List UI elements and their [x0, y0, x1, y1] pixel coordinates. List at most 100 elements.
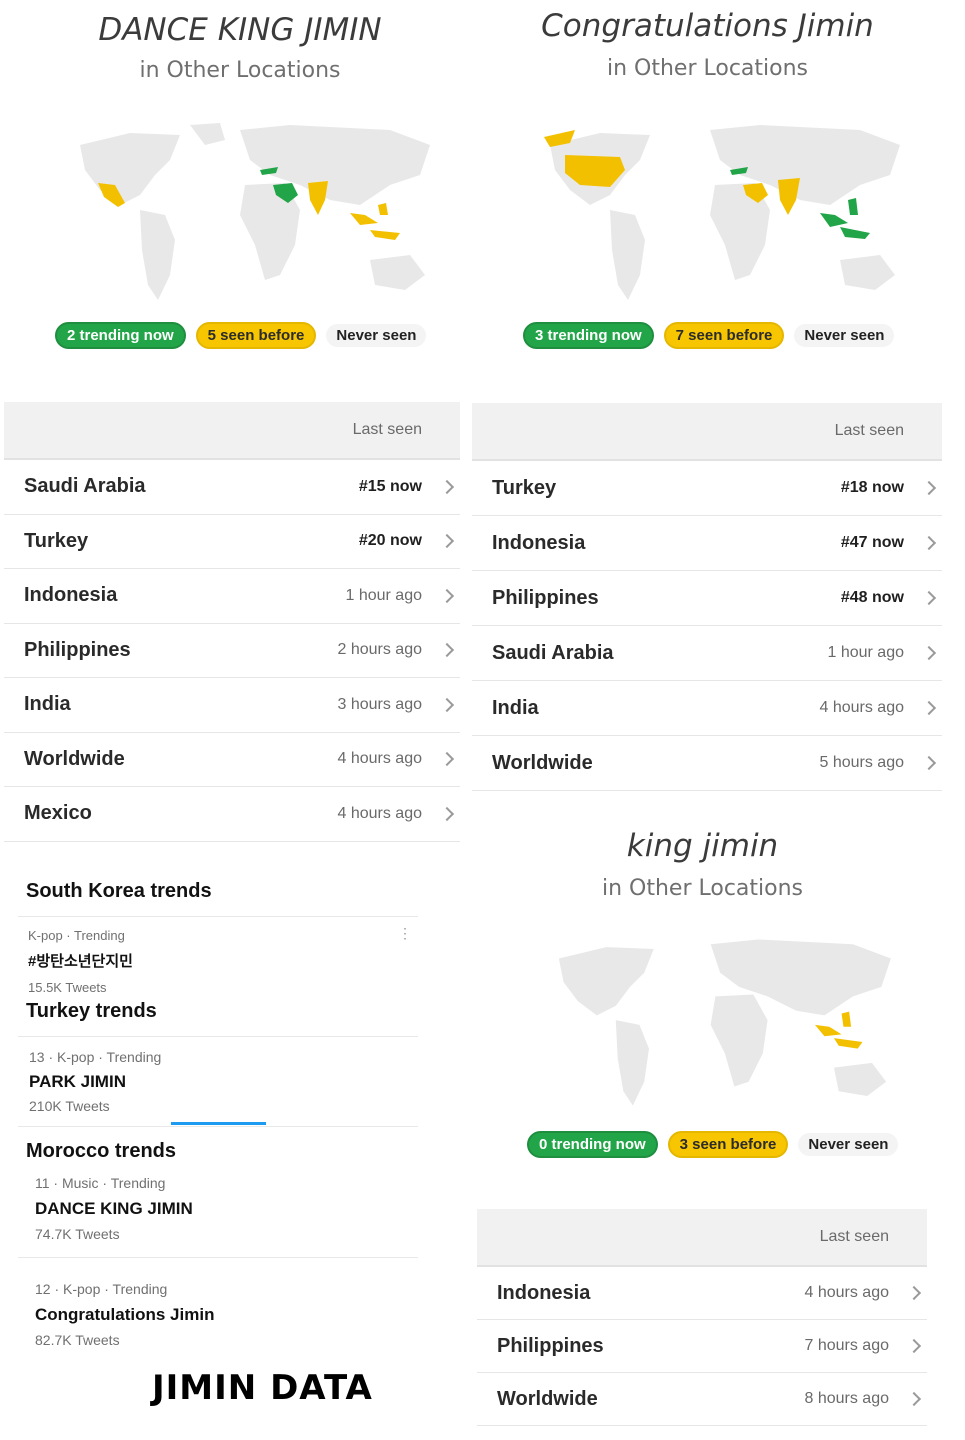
location-row[interactable]: Indonesia #47 now: [472, 516, 942, 571]
chevron-right-icon[interactable]: [439, 806, 455, 821]
right-world-map: [544, 125, 900, 300]
last-seen-header: Last seen: [352, 421, 422, 438]
chevron-right-icon[interactable]: [921, 480, 937, 496]
right-panel-subtitle: in Other Locations: [606, 56, 809, 81]
left-locations-table: Last seen Saudi Arabia #15 now Turkey #20 n…: [4, 402, 460, 842]
chevron-right-icon[interactable]: [906, 1285, 922, 1301]
trend-name[interactable]: Congratulations Jimin: [35, 1305, 214, 1325]
last-seen-value: #48 now: [840, 589, 904, 606]
last-seen-value: #20 now: [358, 532, 422, 550]
chevron-right-icon[interactable]: [921, 700, 937, 716]
trend-meta: 12 · K-pop · Trending: [35, 1281, 168, 1297]
location-name: Worldwide: [492, 751, 593, 774]
right-panel-title: Congratulations Jimin: [541, 8, 874, 44]
right-locations-table: Last seen Turkey #18 now Indonesia #47 now P…: [472, 403, 942, 791]
location-row[interactable]: Turkey #18 now: [472, 461, 942, 516]
location-name: Indonesia: [492, 531, 586, 554]
chevron-right-icon[interactable]: [906, 1338, 922, 1354]
location-row[interactable]: Worldwide 8 hours ago: [477, 1373, 927, 1426]
location-row[interactable]: Saudi Arabia 1 hour ago: [472, 626, 942, 681]
trend-tweet-count: 15.5K Tweets: [28, 980, 107, 995]
location-row[interactable]: Philippines #48 now: [472, 571, 942, 626]
location-row[interactable]: Turkey #20 now: [4, 515, 460, 569]
left-world-map: [80, 123, 430, 300]
legend-never: Never seen: [326, 324, 427, 347]
legend-never: Never seen: [794, 324, 895, 347]
last-seen-value: 4 hours ago: [804, 1284, 889, 1301]
legend-seen: 3 seen before: [667, 1131, 789, 1158]
location-name: Worldwide: [497, 1387, 598, 1410]
location-row[interactable]: India 3 hours ago: [4, 678, 460, 733]
location-name: Philippines: [24, 638, 131, 661]
bottom-right-world-map: [558, 939, 891, 1106]
location-name: Philippines: [497, 1334, 604, 1357]
location-name: Indonesia: [497, 1281, 591, 1304]
chevron-right-icon[interactable]: [439, 534, 455, 549]
legend-never: Never seen: [798, 1133, 899, 1156]
location-row[interactable]: India 4 hours ago: [472, 681, 942, 736]
location-row[interactable]: Worldwide 5 hours ago: [472, 736, 942, 791]
last-seen-value: #18 now: [840, 479, 904, 496]
location-row[interactable]: Philippines 7 hours ago: [477, 1320, 927, 1373]
last-seen-value: 8 hours ago: [804, 1390, 889, 1407]
legend-trending: 3 trending now: [523, 322, 654, 349]
location-name: Mexico: [24, 802, 92, 825]
chevron-right-icon[interactable]: [439, 752, 455, 767]
location-name: Saudi Arabia: [24, 475, 146, 498]
trend-name[interactable]: DANCE KING JIMIN: [35, 1199, 193, 1219]
last-seen-value: #15 now: [358, 477, 422, 495]
bottom-right-legend: 0 trending now 3 seen before Never seen: [527, 1131, 899, 1158]
trend-meta: 11 · Music · Trending: [35, 1175, 166, 1191]
divider: [18, 1126, 418, 1127]
location-name: Saudi Arabia: [492, 641, 614, 664]
location-name: Worldwide: [24, 747, 125, 770]
right-legend: 3 trending now 7 seen before Never seen: [523, 322, 895, 349]
south-korea-trends-heading: South Korea trends: [26, 880, 212, 902]
chevron-right-icon[interactable]: [439, 643, 455, 658]
turkey-trends-heading: Turkey trends: [26, 1000, 157, 1022]
chevron-right-icon[interactable]: [906, 1391, 922, 1407]
location-row[interactable]: Indonesia 4 hours ago: [477, 1267, 927, 1320]
legend-trending: 0 trending now: [527, 1131, 658, 1158]
bottom-right-panel-title: king jimin: [626, 828, 779, 864]
trend-meta: K-pop · Trending: [28, 928, 125, 943]
trend-tweet-count: 74.7K Tweets: [35, 1226, 120, 1242]
last-seen-value: 1 hour ago: [827, 644, 904, 661]
table-header: Last seen: [4, 402, 460, 460]
left-legend: 2 trending now 5 seen before Never seen: [55, 322, 427, 349]
chevron-right-icon[interactable]: [921, 755, 937, 771]
location-name: India: [24, 693, 71, 716]
location-row[interactable]: Worldwide 4 hours ago: [4, 733, 460, 787]
location-row[interactable]: Saudi Arabia #15 now: [4, 460, 460, 515]
trend-meta: 13 · K-pop · Trending: [29, 1049, 162, 1065]
location-row[interactable]: Mexico 4 hours ago: [4, 787, 460, 842]
trend-name[interactable]: #방탄소년단지민: [28, 950, 133, 971]
chevron-right-icon[interactable]: [921, 590, 937, 606]
location-row[interactable]: Philippines 2 hours ago: [4, 624, 460, 678]
more-vertical-icon[interactable]: ⋮: [398, 926, 412, 940]
location-name: Turkey: [492, 476, 557, 499]
chevron-right-icon[interactable]: [439, 479, 455, 494]
last-seen-value: 3 hours ago: [337, 695, 422, 713]
last-seen-value: #47 now: [840, 534, 904, 551]
left-panel-title: DANCE KING JIMIN: [98, 12, 382, 48]
morocco-trends-heading: Morocco trends: [26, 1140, 177, 1162]
trend-name[interactable]: PARK JIMIN: [29, 1072, 126, 1092]
chevron-right-icon[interactable]: [921, 535, 937, 551]
bottom-right-locations-table: Last seen Indonesia 4 hours ago Philippine…: [477, 1209, 927, 1426]
chevron-right-icon[interactable]: [439, 588, 455, 603]
location-name: India: [492, 696, 539, 719]
divider: [18, 916, 418, 917]
legend-seen: 7 seen before: [663, 322, 785, 349]
last-seen-header: Last seen: [819, 1228, 889, 1245]
location-name: Turkey: [24, 529, 89, 552]
chevron-right-icon[interactable]: [439, 697, 455, 712]
footer-watermark: JIMIN DATA: [152, 1368, 373, 1408]
location-row[interactable]: Indonesia 1 hour ago: [4, 569, 460, 624]
divider: [18, 1036, 418, 1037]
chevron-right-icon[interactable]: [921, 645, 937, 661]
last-seen-value: 4 hours ago: [337, 804, 422, 822]
tab-indicator: [171, 1122, 266, 1125]
last-seen-value: 4 hours ago: [337, 750, 422, 768]
last-seen-value: 5 hours ago: [819, 754, 904, 771]
